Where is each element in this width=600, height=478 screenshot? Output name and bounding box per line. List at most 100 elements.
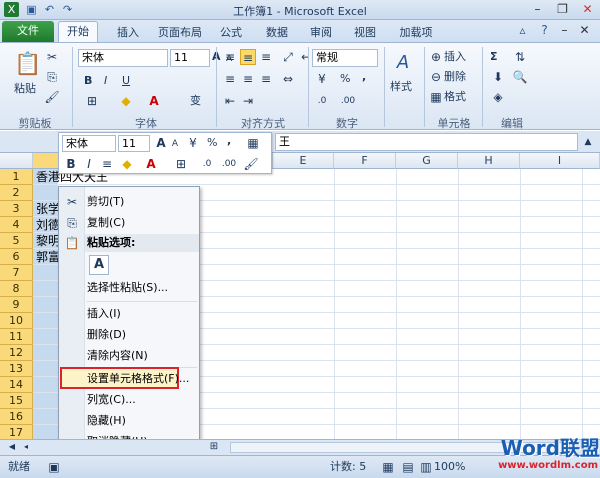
formula-input[interactable]: 王 <box>275 133 578 151</box>
row-header[interactable]: 10 <box>0 313 33 329</box>
mini-fill-color-icon[interactable]: ◆ <box>119 156 135 172</box>
tab-home[interactable]: 开始 <box>58 21 98 43</box>
tab-view[interactable]: 视图 <box>346 23 384 42</box>
delete-cells-icon[interactable]: ⊖ <box>428 69 444 85</box>
orientation-icon[interactable]: ⤢ <box>280 49 296 65</box>
paste-icon[interactable]: 📋 <box>14 51 41 79</box>
mini-size-select[interactable]: 11 <box>118 135 150 152</box>
tab-addins[interactable]: 加载项 <box>390 23 442 42</box>
tab-data[interactable]: 数据 <box>258 23 296 42</box>
percent-button[interactable]: % <box>340 71 350 87</box>
menu-item-hide[interactable]: 隐藏(H) <box>87 411 126 430</box>
find-select-icon[interactable]: 🔍 <box>512 69 528 85</box>
phonetic-button[interactable]: 变 <box>190 93 201 109</box>
cell-a3[interactable]: 张学 <box>36 201 60 217</box>
underline-button[interactable]: U <box>122 73 130 89</box>
align-center-icon[interactable]: ≡ <box>240 71 256 87</box>
mini-decrease-decimal-icon[interactable]: .00 <box>221 156 237 172</box>
cell-a6[interactable]: 郭富 <box>36 249 60 265</box>
mini-percent-button[interactable]: % <box>207 135 217 151</box>
menu-item-cut[interactable]: 剪切(T) <box>87 192 124 211</box>
borders-icon[interactable]: ⊞ <box>84 93 100 109</box>
decrease-decimal-icon[interactable]: .00 <box>340 93 356 109</box>
row-header[interactable]: 12 <box>0 345 33 361</box>
menu-item-clear[interactable]: 清除内容(N) <box>87 346 148 365</box>
align-bottom-icon[interactable]: ≡ <box>258 49 274 65</box>
column-header-h[interactable]: H <box>458 153 520 169</box>
insert-cells-button[interactable]: 插入 <box>444 49 466 65</box>
mini-borders-icon[interactable]: ⊞ <box>173 156 189 172</box>
tab-insert[interactable]: 插入 <box>108 23 148 42</box>
mini-currency-icon[interactable]: ¥ <box>185 135 201 151</box>
format-painter-icon[interactable]: 🖌 <box>44 89 60 105</box>
styles-button[interactable]: 样式 <box>390 79 412 95</box>
menu-item-paste-special[interactable]: 选择性粘贴(S)... <box>87 278 168 297</box>
normal-view-icon[interactable]: ▦ <box>380 459 396 475</box>
styles-icon[interactable]: A <box>392 51 414 75</box>
currency-icon[interactable]: ¥ <box>314 71 330 87</box>
menu-item-delete[interactable]: 删除(D) <box>87 325 126 344</box>
paste-button[interactable]: 粘贴 <box>14 81 36 97</box>
sort-filter-icon[interactable]: ⇅ <box>512 49 528 65</box>
row-header[interactable]: 17 <box>0 425 33 439</box>
column-header-i[interactable]: I <box>520 153 600 169</box>
minimize-icon[interactable]: – <box>525 1 550 18</box>
comma-button[interactable]: , <box>362 69 366 85</box>
row-header[interactable]: 15 <box>0 393 33 409</box>
merge-center-icon[interactable]: ⇔ <box>280 71 296 87</box>
row-header[interactable]: 11 <box>0 329 33 345</box>
prev-sheet-icon[interactable]: ◂ <box>18 440 34 454</box>
tab-formulas[interactable]: 公式 <box>212 23 250 42</box>
mini-format-painter-icon[interactable]: 🖌 <box>243 156 259 172</box>
format-cells-icon[interactable]: ▦ <box>428 89 444 105</box>
cut-icon[interactable]: ✂ <box>44 49 60 65</box>
cell-a4[interactable]: 刘德 <box>36 217 60 233</box>
row-header[interactable]: 3 <box>0 201 33 217</box>
row-header[interactable]: 9 <box>0 297 33 313</box>
font-color-icon[interactable]: A <box>146 93 162 109</box>
close-icon[interactable]: ✕ <box>575 1 600 18</box>
bold-button[interactable]: B <box>84 73 92 89</box>
mini-shrink-font-icon[interactable]: A <box>167 136 183 152</box>
cell-a5[interactable]: 黎明 <box>36 233 60 249</box>
clear-icon[interactable]: ◈ <box>490 89 506 105</box>
restore-icon[interactable]: ❐ <box>550 1 575 18</box>
increase-decimal-icon[interactable]: .0 <box>314 93 330 109</box>
row-header[interactable]: 13 <box>0 361 33 377</box>
menu-item-insert[interactable]: 插入(I) <box>87 304 121 323</box>
row-header[interactable]: 5 <box>0 233 33 249</box>
tab-review[interactable]: 审阅 <box>302 23 340 42</box>
column-header-e[interactable]: E <box>273 153 334 169</box>
increase-indent-icon[interactable]: ⇥ <box>240 93 256 109</box>
mini-italic-icon[interactable]: I <box>81 156 97 172</box>
row-header[interactable]: 4 <box>0 217 33 233</box>
column-header-f[interactable]: F <box>334 153 396 169</box>
align-top-icon[interactable]: ≡ <box>222 49 238 65</box>
fill-color-icon[interactable]: ◆ <box>118 93 134 109</box>
wb-close-icon[interactable]: ✕ <box>572 22 597 39</box>
page-break-view-icon[interactable]: ▥ <box>418 459 434 475</box>
tab-page-layout[interactable]: 页面布局 <box>150 23 210 42</box>
row-header[interactable]: 1 <box>0 169 33 185</box>
menu-item-copy[interactable]: 复制(C) <box>87 213 125 232</box>
font-name-select[interactable]: 宋体 <box>78 49 168 67</box>
mini-align-center-icon[interactable]: ≡ <box>99 156 115 172</box>
fill-icon[interactable]: ⬇ <box>490 69 506 85</box>
delete-cells-button[interactable]: 删除 <box>444 69 466 85</box>
insert-cells-icon[interactable]: ⊕ <box>428 49 444 65</box>
paste-keep-format-button[interactable]: A <box>89 255 109 275</box>
row-header[interactable]: 8 <box>0 281 33 297</box>
mini-table-icon[interactable]: ▦ <box>245 135 261 151</box>
mini-increase-decimal-icon[interactable]: .0 <box>199 156 215 172</box>
row-header[interactable]: 2 <box>0 185 33 201</box>
macro-record-icon[interactable]: ▣ <box>46 459 62 475</box>
mini-comma-button[interactable]: , <box>227 133 231 149</box>
mini-font-select[interactable]: 宋体 <box>62 135 116 152</box>
select-all-corner[interactable] <box>0 153 33 169</box>
align-middle-icon[interactable]: ≡ <box>240 49 256 65</box>
align-right-icon[interactable]: ≡ <box>258 71 274 87</box>
tab-file[interactable]: 文件 <box>2 21 54 42</box>
menu-item-format-cells[interactable]: 设置单元格格式(F)... <box>87 369 189 388</box>
row-header[interactable]: 14 <box>0 377 33 393</box>
page-layout-view-icon[interactable]: ▤ <box>400 459 416 475</box>
